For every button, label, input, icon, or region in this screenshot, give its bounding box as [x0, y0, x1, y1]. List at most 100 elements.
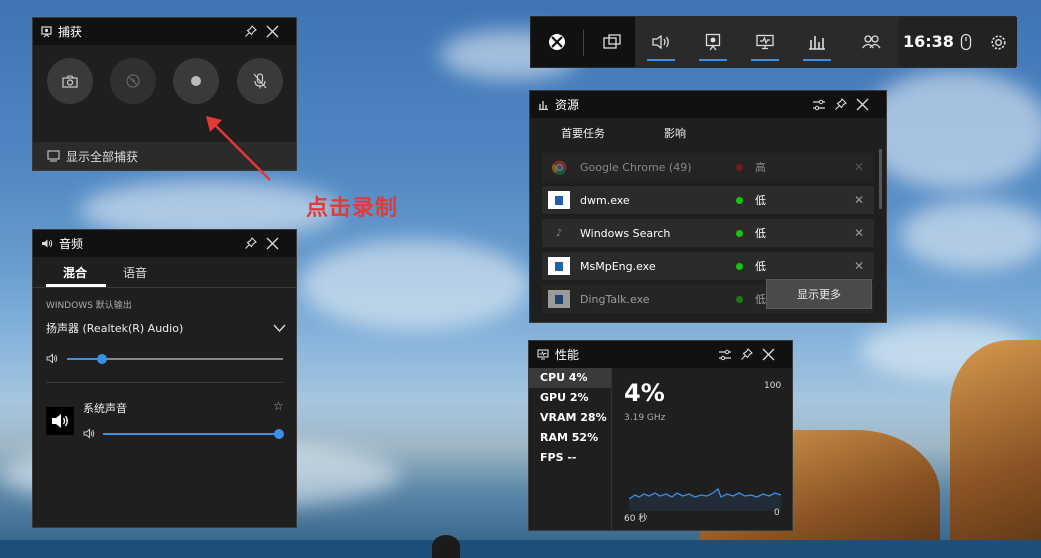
performance-widget-button[interactable] [791, 17, 843, 67]
xbox-icon [549, 34, 565, 50]
impact-level: 高 [755, 161, 766, 174]
impact-dot [736, 262, 743, 270]
perf-item-gpu[interactable]: GPU 2% [529, 388, 611, 408]
resources-header[interactable]: 资源 [530, 91, 886, 118]
impact-level: 低 [755, 194, 766, 207]
annotation-text: 点击录制 [306, 196, 399, 221]
app-volume-thumb[interactable] [274, 429, 284, 439]
show-more-button[interactable]: 显示更多 [766, 279, 872, 309]
audio-panel: 音频 混合 语音 WINDOWS 默认输出 扬声器 (Realtek(R) Au… [32, 229, 297, 528]
close-icon[interactable] [266, 237, 288, 250]
gallery-icon [47, 150, 60, 162]
record-last-icon [126, 74, 140, 88]
master-volume-thumb[interactable] [96, 354, 107, 364]
process-name: Google Chrome (49) [580, 160, 692, 174]
scrollbar[interactable] [879, 149, 882, 209]
tab-voice[interactable]: 语音 [123, 264, 147, 281]
perf-max-label: 100 [764, 381, 782, 391]
volume-icon [46, 353, 58, 364]
start-recording-button[interactable] [173, 58, 219, 104]
chrome-icon [548, 158, 570, 176]
pin-icon[interactable] [740, 348, 762, 361]
close-icon[interactable]: ✕ [844, 160, 874, 174]
list-item[interactable]: ♪ Windows Search 低 ✕ [542, 219, 874, 247]
list-item[interactable]: MsMpEng.exe 低 ✕ [542, 252, 874, 280]
process-name: dwm.exe [580, 193, 630, 207]
options-icon[interactable] [812, 99, 834, 111]
resources-panel: 资源 首要任务 影响 Google Chrome (49) 高 ✕ dwm.ex… [529, 90, 887, 323]
pin-icon[interactable] [834, 98, 856, 111]
settings-button[interactable] [983, 17, 1013, 67]
list-item[interactable]: Google Chrome (49) 高 ✕ [542, 153, 874, 181]
performance-panel: 性能 CPU 4% GPU 2% VRAM 28% RAM 52% FPS --… [528, 340, 793, 531]
screenshot-button[interactable] [47, 58, 93, 104]
clock: 16:38 [903, 32, 954, 51]
perf-item-ram[interactable]: RAM 52% [529, 428, 611, 448]
xbox-button[interactable] [531, 17, 583, 67]
perf-item-vram[interactable]: VRAM 28% [529, 408, 611, 428]
impact-dot [736, 163, 743, 171]
perf-frequency: 3.19 GHz [624, 413, 666, 423]
pin-icon[interactable] [244, 237, 266, 250]
speaker-icon [652, 34, 669, 50]
cpu-graph [629, 487, 781, 511]
col-top-tasks[interactable]: 首要任务 [561, 125, 605, 141]
bar-chart-icon [539, 100, 548, 110]
perf-divider [611, 368, 612, 530]
people-icon [861, 35, 881, 49]
mic-off-icon [253, 73, 267, 89]
capture-widget-button[interactable] [687, 17, 739, 67]
widget-menu-button[interactable] [586, 17, 638, 67]
window-icon [548, 257, 570, 275]
resources-widget-button[interactable] [739, 17, 791, 67]
perf-item-cpu[interactable]: CPU 4% [529, 368, 611, 388]
audio-widget-button[interactable] [635, 17, 687, 67]
list-item[interactable]: dwm.exe 低 ✕ [542, 186, 874, 214]
star-icon[interactable]: ☆ [273, 399, 284, 413]
app-volume-slider[interactable] [103, 429, 284, 439]
perf-min-label: 0 [774, 508, 780, 518]
master-volume-slider[interactable] [67, 354, 283, 364]
device-label: WINDOWS 默认输出 [46, 301, 132, 311]
performance-header[interactable]: 性能 [529, 341, 792, 368]
options-icon[interactable] [718, 349, 740, 361]
process-name: MsMpEng.exe [580, 259, 656, 273]
search-app-icon: ♪ [555, 227, 563, 239]
capture-title: 捕获 [58, 25, 83, 39]
pin-icon[interactable] [244, 25, 266, 38]
process-name: DingTalk.exe [580, 292, 650, 306]
close-icon[interactable]: ✕ [844, 193, 874, 207]
resources-title: 资源 [555, 98, 580, 112]
show-all-captures-label: 显示全部捕获 [66, 149, 139, 164]
record-last-button[interactable] [110, 58, 156, 104]
app-volume-icon [83, 428, 95, 439]
close-icon[interactable] [856, 98, 878, 111]
mouse-button[interactable] [951, 17, 981, 67]
capture-header[interactable]: 捕获 [33, 18, 296, 45]
close-icon[interactable] [762, 348, 784, 361]
device-select[interactable]: 扬声器 (Realtek(R) Audio) [46, 318, 286, 338]
app-icon [46, 407, 74, 435]
social-widget-button[interactable] [845, 17, 897, 67]
col-impact[interactable]: 影响 [664, 125, 686, 141]
app-volume-fill [103, 433, 279, 435]
perf-item-fps[interactable]: FPS -- [529, 448, 611, 468]
record-icon [191, 76, 201, 86]
section-divider [46, 382, 283, 383]
close-icon[interactable] [266, 25, 288, 38]
mic-toggle-button[interactable] [237, 58, 283, 104]
system-sound-icon [52, 414, 68, 428]
game-bar: 16:38 [530, 16, 1017, 68]
impact-level: 低 [755, 260, 766, 273]
camera-icon [62, 74, 78, 88]
tab-mix[interactable]: 混合 [63, 264, 87, 281]
mouse-icon [960, 33, 972, 51]
audio-header[interactable]: 音频 [33, 230, 296, 257]
close-icon[interactable]: ✕ [844, 226, 874, 240]
tab-divider [33, 287, 296, 288]
close-icon[interactable]: ✕ [844, 259, 874, 273]
monitor-icon [537, 349, 549, 360]
monitor-icon [756, 34, 774, 50]
performance-title: 性能 [555, 348, 580, 362]
annotation-arrow [206, 116, 271, 181]
